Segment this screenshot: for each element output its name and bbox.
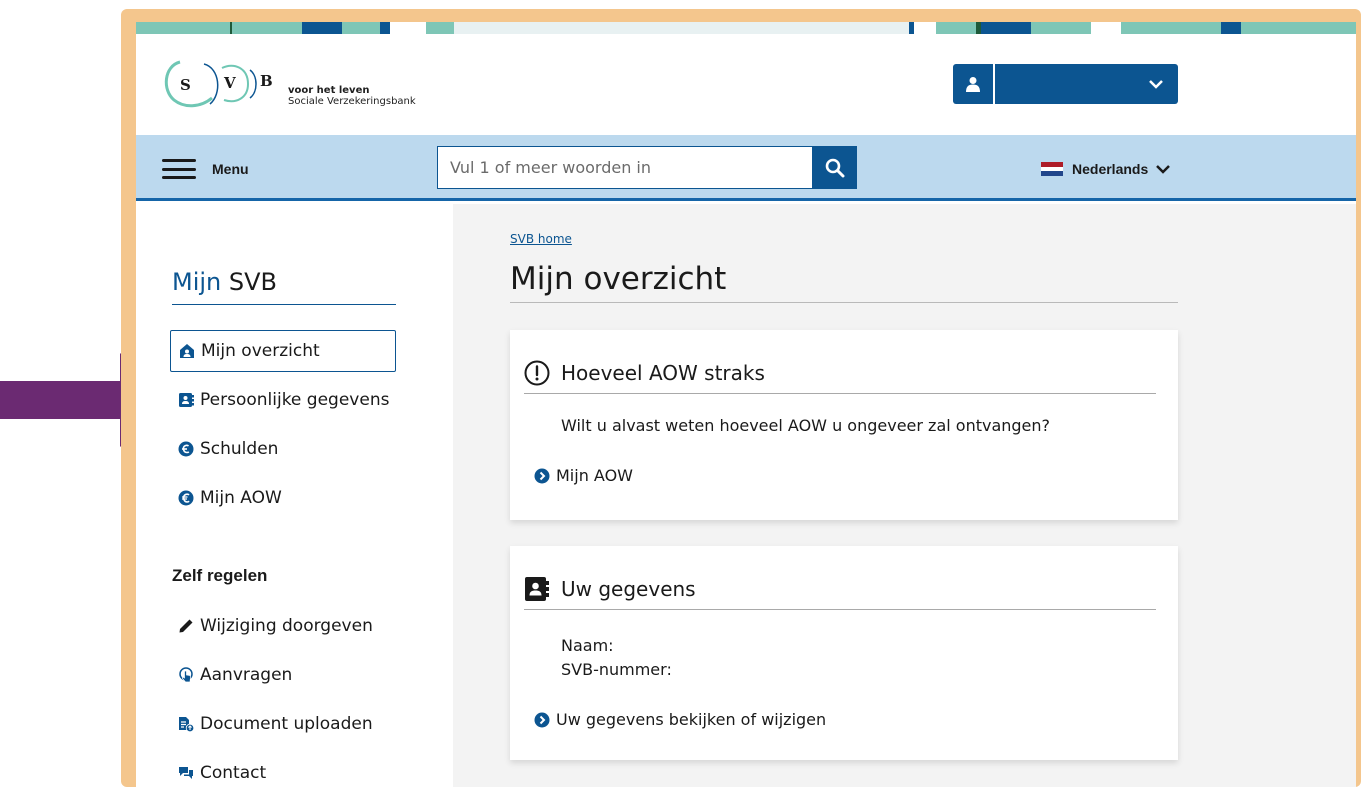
search-button[interactable] — [812, 146, 857, 189]
exclamation-circle-icon — [524, 360, 550, 386]
sidebar-item-schulden[interactable]: Schulden — [170, 428, 396, 470]
card-header: Uw gegevens — [524, 568, 1156, 610]
sidebar-item-label: Schulden — [200, 439, 279, 459]
sidebar-item-contact[interactable]: Contact — [170, 752, 396, 787]
card-header: Hoeveel AOW straks — [524, 352, 1156, 394]
sidebar-item-persoonlijke-gegevens[interactable]: Persoonlijke gegevens — [170, 379, 396, 421]
hand-pointer-icon — [178, 667, 194, 683]
svb-logo[interactable]: S V B voor het leven Sociale Verzekering… — [162, 54, 462, 114]
sidebar-item-wijziging-doorgeven[interactable]: Wijziging doorgeven — [170, 605, 396, 647]
address-book-icon — [178, 392, 194, 408]
language-label: Nederlands — [1072, 161, 1149, 177]
menu-button[interactable]: Menu — [162, 157, 249, 181]
sidebar-item-document-uploaden[interactable]: Document uploaden — [170, 703, 396, 745]
user-icon — [953, 64, 995, 104]
search-form — [437, 146, 857, 189]
card-svb-number-label: SVB-nummer: — [561, 660, 672, 679]
svb-logo-mark: S V B — [164, 60, 273, 108]
chevron-circle-right-icon — [534, 468, 550, 484]
browser-viewport: S V B voor het leven Sociale Verzekering… — [136, 22, 1356, 787]
svg-text:V: V — [223, 74, 236, 92]
logo-org-name: Sociale Verzekeringsbank — [288, 96, 416, 107]
card-title: Hoeveel AOW straks — [561, 360, 765, 385]
svg-text:S: S — [180, 76, 191, 94]
account-dropdown-button[interactable] — [953, 64, 1178, 104]
search-input[interactable] — [437, 146, 812, 189]
sidebar-item-label: Aanvragen — [200, 665, 293, 685]
logo-text: voor het leven Sociale Verzekeringsbank — [288, 85, 416, 107]
chevron-down-icon — [1149, 80, 1163, 89]
sidebar-item-label: Wijziging doorgeven — [200, 616, 373, 636]
sidebar-title: Mijn SVB — [172, 268, 396, 305]
card-text: Wilt u alvast weten hoeveel AOW u ongeve… — [561, 416, 1051, 435]
euro-icon — [178, 490, 194, 506]
chevron-down-icon — [1156, 165, 1171, 174]
sidebar-item-label: Document uploaden — [200, 714, 373, 734]
card-link-label: Mijn AOW — [556, 466, 633, 485]
sidebar-title-prefix: Mijn — [172, 268, 222, 296]
brand-stripe — [136, 22, 1356, 34]
site-header: S V B voor het leven Sociale Verzekering… — [136, 34, 1356, 135]
svg-text:B: B — [260, 72, 273, 90]
sidebar-title-suffix: SVB — [228, 268, 278, 296]
sidebar-item-mijn-overzicht[interactable]: Mijn overzicht — [170, 330, 396, 372]
card-name-label: Naam: — [561, 636, 614, 655]
sidebar-item-label: Persoonlijke gegevens — [200, 390, 390, 410]
sidebar-item-label: Mijn AOW — [200, 488, 282, 508]
flag-nl-icon — [1041, 162, 1063, 177]
page-title: Mijn overzicht — [510, 264, 1178, 303]
card-title: Uw gegevens — [561, 576, 696, 601]
file-upload-icon — [178, 716, 194, 732]
card-aow-straks: Hoeveel AOW straks Wilt u alvast weten h… — [510, 330, 1178, 520]
card-link-label: Uw gegevens bekijken of wijzigen — [556, 710, 827, 729]
main-nav: Menu Nederlands — [136, 135, 1356, 201]
sidebar-section-title: Zelf regelen — [172, 566, 268, 585]
uw-gegevens-link[interactable]: Uw gegevens bekijken of wijzigen — [534, 710, 826, 729]
card-uw-gegevens: Uw gegevens Naam: SVB-nummer: Uw gegeven… — [510, 546, 1178, 760]
sidebar-item-mijn-aow[interactable]: Mijn AOW — [170, 477, 396, 519]
mijn-aow-link[interactable]: Mijn AOW — [534, 466, 633, 485]
menu-label: Menu — [212, 161, 249, 177]
logo-tagline: voor het leven — [288, 85, 370, 96]
sidebar: Mijn SVB Mijn overzicht Persoonlijke geg… — [136, 204, 453, 787]
chat-icon — [178, 765, 194, 781]
sidebar-item-aanvragen[interactable]: Aanvragen — [170, 654, 396, 696]
breadcrumb-home-link[interactable]: SVB home — [510, 232, 572, 246]
home-icon — [179, 343, 195, 359]
euro-minus-icon — [178, 441, 194, 457]
pencil-icon — [178, 618, 194, 634]
language-selector[interactable]: Nederlands — [1041, 157, 1171, 181]
main-content: SVB home Mijn overzicht Hoeveel AOW stra… — [453, 204, 1356, 787]
address-book-icon — [524, 576, 550, 602]
sidebar-item-label: Contact — [200, 763, 267, 783]
sidebar-item-label: Mijn overzicht — [201, 341, 320, 361]
hamburger-icon — [162, 159, 196, 179]
chevron-circle-right-icon — [534, 712, 550, 728]
page-body: Mijn SVB Mijn overzicht Persoonlijke geg… — [136, 204, 1356, 787]
search-icon — [825, 158, 844, 177]
